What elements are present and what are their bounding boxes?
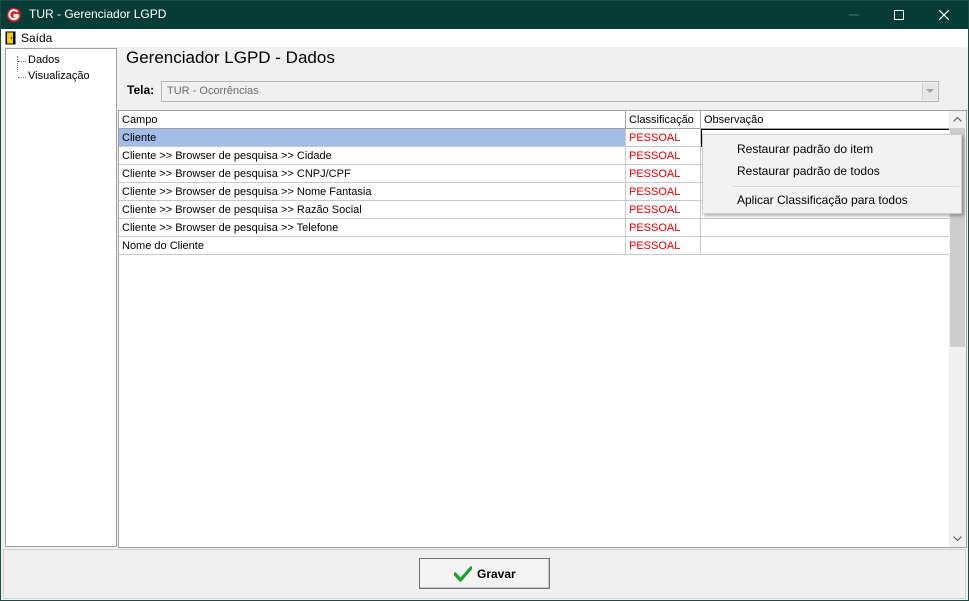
context-menu-apply-classification-all[interactable]: Aplicar Classificação para todos xyxy=(737,193,908,207)
maximize-button[interactable] xyxy=(876,1,922,29)
cell-classificacao[interactable]: PESSOAL xyxy=(626,129,701,147)
table-row[interactable]: Cliente >> Browser de pesquisa >> Telefo… xyxy=(119,219,950,237)
cell-campo[interactable]: Cliente >> Browser de pesquisa >> Razão … xyxy=(119,201,626,219)
save-button-label: Gravar xyxy=(477,567,516,581)
app-logo-icon xyxy=(7,8,21,22)
scroll-down-button[interactable] xyxy=(949,530,966,547)
tree-item-dados[interactable]: Dados xyxy=(6,53,116,69)
cell-campo[interactable]: Cliente >> Browser de pesquisa >> Nome F… xyxy=(119,183,626,201)
cell-classificacao[interactable]: PESSOAL xyxy=(626,201,701,219)
tree-item-visualizacao-label: Visualização xyxy=(28,70,90,82)
close-button[interactable] xyxy=(921,1,967,29)
screen-select-dropdown-button[interactable] xyxy=(922,83,937,100)
table-row[interactable]: Nome do Cliente PESSOAL xyxy=(119,237,950,255)
chevron-down-icon xyxy=(953,536,962,541)
cell-campo[interactable]: Nome do Cliente xyxy=(119,237,626,255)
minimize-icon xyxy=(849,14,859,16)
menu-item-saida-label: Saída xyxy=(21,31,53,45)
chevron-down-icon xyxy=(926,89,934,93)
tree-connector-line xyxy=(18,61,26,62)
column-header-observacao[interactable]: Observação xyxy=(701,111,950,129)
cell-campo[interactable]: Cliente >> Browser de pesquisa >> Telefo… xyxy=(119,219,626,237)
screen-select-value: TUR - Ocorrências xyxy=(167,85,259,97)
tree-item-dados-label: Dados xyxy=(28,54,60,66)
context-menu: Restaurar padrão do item Restaurar padrã… xyxy=(702,134,962,214)
menu-item-saida[interactable]: Saída xyxy=(5,30,52,46)
cell-classificacao[interactable]: PESSOAL xyxy=(626,165,701,183)
screen-select[interactable]: TUR - Ocorrências xyxy=(161,81,939,102)
menu-bar: Saída xyxy=(1,29,968,47)
cell-classificacao[interactable]: PESSOAL xyxy=(626,183,701,201)
chevron-up-icon xyxy=(953,117,962,122)
cell-classificacao[interactable]: PESSOAL xyxy=(626,219,701,237)
context-menu-separator xyxy=(733,186,959,187)
tree-connector-line xyxy=(18,77,26,78)
scroll-up-button[interactable] xyxy=(949,111,966,128)
cell-classificacao[interactable]: PESSOAL xyxy=(626,237,701,255)
cell-campo[interactable]: Cliente xyxy=(119,129,626,147)
checkmark-icon xyxy=(454,566,472,582)
app-window: TUR - Gerenciador LGPD Saída Dados Visua… xyxy=(0,0,969,601)
cell-campo[interactable]: Cliente >> Browser de pesquisa >> Cidade xyxy=(119,147,626,165)
context-menu-restore-item[interactable]: Restaurar padrão do item xyxy=(737,142,873,156)
cell-classificacao[interactable]: PESSOAL xyxy=(626,147,701,165)
title-bar[interactable]: TUR - Gerenciador LGPD xyxy=(1,1,968,29)
context-menu-restore-all[interactable]: Restaurar padrão de todos xyxy=(737,164,880,178)
cell-observacao[interactable] xyxy=(701,219,950,237)
window-title: TUR - Gerenciador LGPD xyxy=(29,7,167,21)
save-button[interactable]: Gravar xyxy=(419,558,550,589)
maximize-icon xyxy=(894,10,904,20)
screen-label: Tela: xyxy=(127,83,155,97)
close-icon xyxy=(939,10,949,20)
column-header-classificacao[interactable]: Classificação xyxy=(626,111,701,129)
minimize-button[interactable] xyxy=(831,1,877,29)
column-header-campo[interactable]: Campo xyxy=(119,111,626,129)
cell-campo[interactable]: Cliente >> Browser de pesquisa >> CNPJ/C… xyxy=(119,165,626,183)
exit-door-icon xyxy=(5,31,16,45)
grid-header: Campo Classificação Observação xyxy=(119,111,950,129)
cell-observacao[interactable] xyxy=(701,237,950,255)
navigation-tree: Dados Visualização xyxy=(5,48,117,547)
tree-item-visualizacao[interactable]: Visualização xyxy=(6,69,116,85)
page-title: Gerenciador LGPD - Dados xyxy=(126,48,335,67)
